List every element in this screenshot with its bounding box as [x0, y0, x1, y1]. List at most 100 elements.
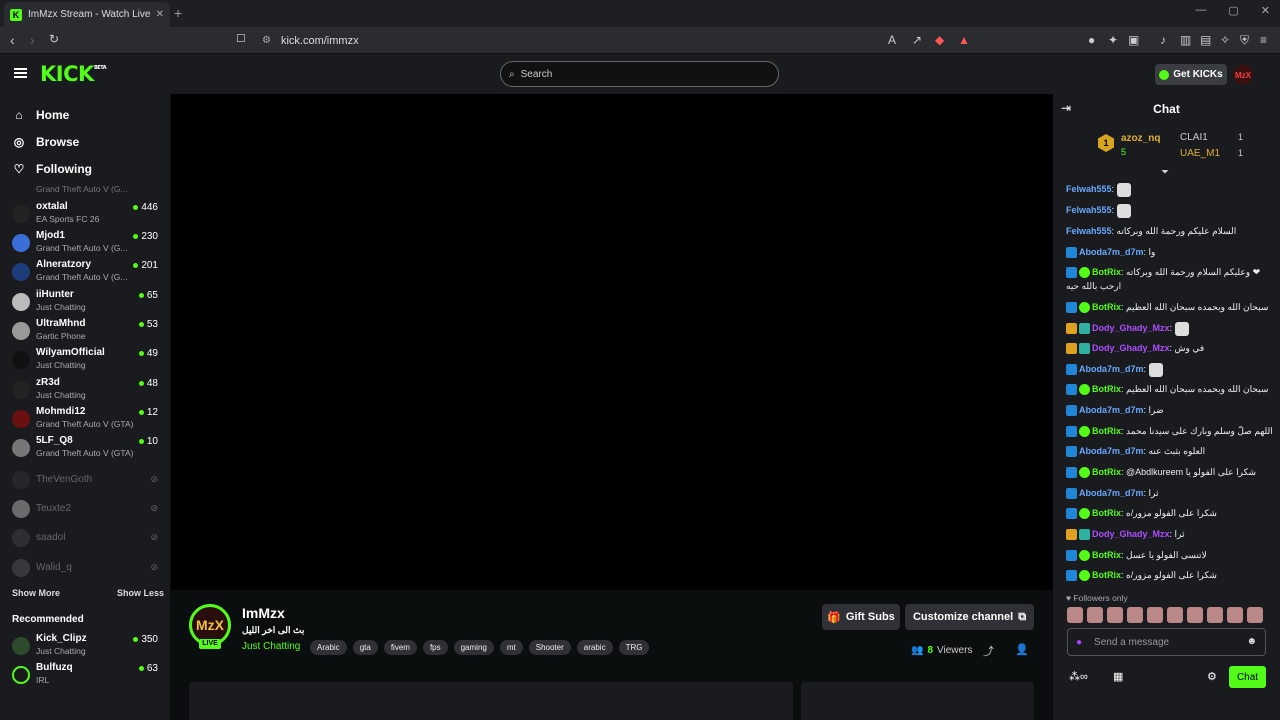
- follower-avatar[interactable]: [1227, 607, 1243, 623]
- chat-username[interactable]: Aboda7m_d7m: [1079, 488, 1144, 498]
- sidebar-toggle-icon[interactable]: ▥: [1180, 33, 1191, 47]
- chat-username[interactable]: Felwah555: [1066, 205, 1112, 215]
- follower-avatar[interactable]: [1207, 607, 1223, 623]
- filter-icon[interactable]: ⏷: [1161, 167, 1169, 178]
- chat-username[interactable]: BotRix: [1092, 570, 1121, 580]
- address-bar[interactable]: ⚙ kick.com/immzx: [256, 30, 978, 51]
- minimize-icon[interactable]: —: [1195, 4, 1206, 17]
- extension-3-icon[interactable]: ▣: [1128, 33, 1139, 47]
- brave-rewards-icon[interactable]: ▲: [958, 33, 970, 47]
- chat-username[interactable]: Aboda7m_d7m: [1079, 446, 1144, 456]
- chat-username[interactable]: Felwah555: [1066, 226, 1112, 236]
- tag[interactable]: TRG: [618, 640, 650, 655]
- sidebar-channel[interactable]: Mohmdi12 Grand Theft Auto V (GTA) 12: [12, 406, 162, 434]
- music-icon[interactable]: ♪: [1160, 33, 1166, 47]
- video-player[interactable]: [171, 94, 1053, 590]
- tag[interactable]: Arabic: [310, 640, 347, 655]
- tag[interactable]: gta: [352, 640, 378, 655]
- bookmark-icon[interactable]: ☐: [236, 32, 246, 45]
- follower-avatar[interactable]: [1147, 607, 1163, 623]
- channel-name[interactable]: ImMzx: [242, 605, 285, 621]
- follower-avatar[interactable]: [1167, 607, 1183, 623]
- leader-username[interactable]: UAE_M1: [1180, 148, 1280, 159]
- recommended-channel[interactable]: Bulfuzq IRL 63: [12, 662, 162, 690]
- tag[interactable]: fps: [422, 640, 448, 655]
- send-chat-button[interactable]: Chat: [1229, 666, 1266, 688]
- nav-home[interactable]: ⌂ Home: [12, 108, 69, 122]
- customize-channel-button[interactable]: Customize channel ⧉: [905, 604, 1034, 630]
- browser-tab[interactable]: K ImMzx Stream - Watch Live on K ✕: [4, 2, 170, 27]
- chat-username[interactable]: BotRix: [1092, 426, 1121, 436]
- site-info-icon[interactable]: ⚙: [262, 35, 271, 46]
- store-icon[interactable]: ▦: [1113, 670, 1123, 683]
- sidebar-channel-offline[interactable]: TheVenGoth ⊘: [12, 467, 162, 495]
- follower-avatar[interactable]: [1127, 607, 1143, 623]
- emoji-icon[interactable]: ☻: [1246, 636, 1257, 647]
- back-icon[interactable]: ‹: [10, 32, 15, 48]
- chat-username[interactable]: Aboda7m_d7m: [1079, 364, 1144, 374]
- share-icon[interactable]: ⤴: [983, 643, 994, 659]
- tag[interactable]: Shooter: [528, 640, 571, 655]
- chat-username[interactable]: BotRix: [1092, 384, 1121, 394]
- follower-avatar[interactable]: [1187, 607, 1203, 623]
- show-more-button[interactable]: Show More: [12, 588, 60, 598]
- points-icon[interactable]: ⁂∞: [1069, 670, 1088, 683]
- hamburger-menu-icon[interactable]: [14, 68, 27, 78]
- recommended-channel[interactable]: Kick_Clipz Just Chatting 350: [12, 633, 162, 661]
- vpn-icon[interactable]: ⛨: [1240, 33, 1249, 48]
- search-input[interactable]: ⌕ Search: [500, 61, 779, 87]
- leader-username[interactable]: azoz_nq: [1121, 133, 1160, 144]
- nav-following[interactable]: ♡ Following: [12, 162, 92, 176]
- sidebar-channel[interactable]: iiHunter Just Chatting 65: [12, 289, 162, 317]
- extensions-icon[interactable]: ✦: [1108, 33, 1118, 47]
- sidebar-channel[interactable]: WilyamOfficial Just Chatting 49: [12, 347, 162, 375]
- chat-username[interactable]: Aboda7m_d7m: [1079, 247, 1144, 257]
- chat-username[interactable]: BotRix: [1092, 302, 1121, 312]
- chat-username[interactable]: Aboda7m_d7m: [1079, 405, 1144, 415]
- leader-username[interactable]: CLAI1: [1180, 132, 1280, 143]
- chat-username[interactable]: BotRix: [1092, 267, 1121, 277]
- chat-username[interactable]: Dody_Ghady_Mzx: [1092, 343, 1170, 353]
- extension-1-icon[interactable]: ●: [1088, 33, 1095, 47]
- tag[interactable]: fivem: [383, 640, 417, 655]
- reload-icon[interactable]: ↻: [49, 32, 59, 46]
- brave-shields-icon[interactable]: ◆: [935, 33, 944, 47]
- kick-logo[interactable]: KICK BETA: [40, 62, 107, 86]
- show-less-button[interactable]: Show Less: [117, 588, 164, 598]
- new-tab-button[interactable]: +: [174, 5, 182, 21]
- follow-user-icon[interactable]: 👤: [1015, 643, 1029, 656]
- menu-icon[interactable]: ≡: [1260, 33, 1267, 47]
- sidebar-channel-offline[interactable]: Walid_q ⊘: [12, 555, 162, 583]
- close-tab-icon[interactable]: ✕: [156, 9, 164, 20]
- mic-icon[interactable]: ●: [1076, 637, 1082, 648]
- chat-username[interactable]: BotRix: [1092, 508, 1121, 518]
- stream-category-link[interactable]: Just Chatting: [242, 641, 300, 652]
- chat-username[interactable]: Dody_Ghady_Mzx: [1092, 529, 1170, 539]
- follower-avatar[interactable]: [1107, 607, 1123, 623]
- follower-avatar[interactable]: [1067, 607, 1083, 623]
- sidebar-channel[interactable]: zR3d Just Chatting 48: [12, 377, 162, 405]
- sidebar-channel[interactable]: Mjod1 Grand Theft Auto V (G... 230: [12, 230, 162, 258]
- leo-icon[interactable]: ✧: [1220, 33, 1230, 47]
- tag[interactable]: mt: [499, 640, 523, 655]
- translate-icon[interactable]: A: [888, 33, 896, 47]
- sidebar-channel-offline[interactable]: saadol ⊘: [12, 525, 162, 553]
- sidebar-channel[interactable]: 5LF_Q8 Grand Theft Auto V (GTA) 10: [12, 435, 162, 463]
- tag[interactable]: gaming: [453, 640, 494, 655]
- follower-avatar[interactable]: [1247, 607, 1263, 623]
- share-icon[interactable]: ↗: [912, 33, 922, 47]
- chat-username[interactable]: Felwah555: [1066, 184, 1112, 194]
- follower-avatar[interactable]: [1087, 607, 1103, 623]
- nav-browse[interactable]: ◎ Browse: [12, 135, 80, 149]
- chat-username[interactable]: BotRix: [1092, 550, 1121, 560]
- chat-username[interactable]: BotRix: [1092, 467, 1121, 477]
- get-kicks-button[interactable]: Get KICKs: [1155, 64, 1227, 85]
- chat-message-input[interactable]: ● Send a message ☻: [1067, 628, 1266, 656]
- wallet-icon[interactable]: ▤: [1200, 33, 1211, 47]
- sidebar-channel-offline[interactable]: Teuxte2 ⊘: [12, 496, 162, 524]
- sidebar-channel[interactable]: Alneratzory Grand Theft Auto V (G... 201: [12, 259, 162, 287]
- maximize-icon[interactable]: ▢: [1228, 4, 1238, 17]
- chat-username[interactable]: Dody_Ghady_Mzx: [1092, 323, 1170, 333]
- tag[interactable]: arabic: [576, 640, 613, 655]
- sidebar-channel[interactable]: UltraMhnd Gartic Phone 53: [12, 318, 162, 346]
